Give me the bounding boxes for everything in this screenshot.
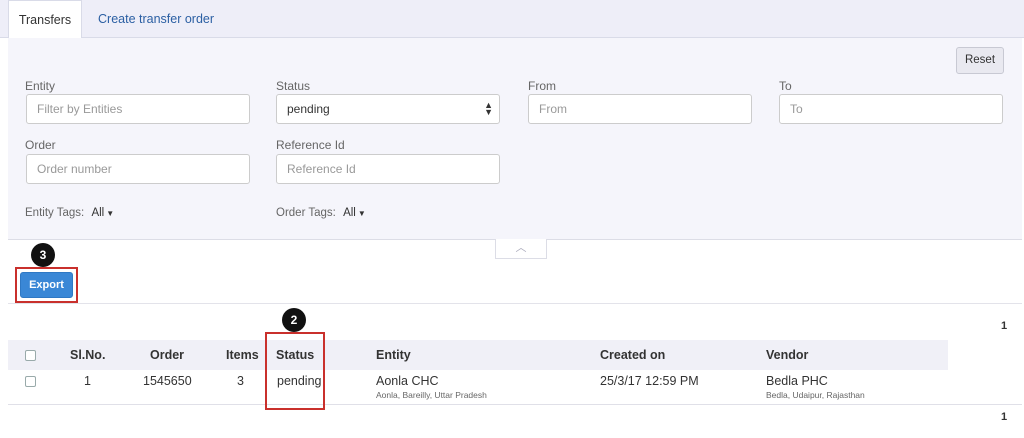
header-entity: Entity bbox=[376, 348, 411, 362]
divider bbox=[8, 303, 1022, 304]
tab-create-transfer-order[interactable]: Create transfer order bbox=[98, 0, 214, 38]
callout-badge-3: 3 bbox=[31, 243, 55, 267]
header-order: Order bbox=[150, 348, 185, 362]
from-date-input[interactable]: From bbox=[528, 94, 752, 124]
order-tags-dropdown[interactable]: All ▼ bbox=[343, 207, 366, 219]
header-slno: Sl.No. bbox=[70, 348, 106, 362]
select-all-checkbox[interactable] bbox=[25, 350, 36, 361]
to-date-input[interactable]: To bbox=[779, 94, 1003, 124]
cell-items: 3 bbox=[237, 374, 244, 388]
cell-order[interactable]: 1545650 bbox=[143, 374, 192, 388]
order-label: Order bbox=[25, 138, 56, 152]
status-label: Status bbox=[276, 79, 311, 93]
from-label: From bbox=[528, 79, 556, 93]
status-select[interactable]: pending ▲ ▼ bbox=[276, 94, 500, 124]
cell-created-on: 25/3/17 12:59 PM bbox=[600, 374, 699, 388]
export-button[interactable]: Export bbox=[20, 272, 73, 298]
cell-vendor-location: Bedla, Udaipur, Rajasthan bbox=[766, 390, 865, 400]
entity-tags-label: Entity Tags: bbox=[25, 207, 85, 219]
cell-entity-location: Aonla, Bareilly, Uttar Pradesh bbox=[376, 390, 487, 400]
tab-bar: Transfers Create transfer order bbox=[0, 0, 1024, 39]
cell-slno: 1 bbox=[84, 374, 91, 388]
reference-id-input[interactable]: Reference Id bbox=[276, 154, 500, 184]
caret-down-icon: ▼ bbox=[106, 209, 115, 218]
pagination-top[interactable]: 1 bbox=[1001, 320, 1007, 332]
transfers-page: Transfers Create transfer order Reset En… bbox=[0, 0, 1024, 438]
header-vendor: Vendor bbox=[766, 348, 809, 362]
entity-filter-input[interactable]: Filter by Entities bbox=[26, 94, 250, 124]
entity-tags-filter: Entity Tags: All ▼ bbox=[25, 207, 114, 219]
callout-badge-2: 2 bbox=[282, 308, 306, 332]
entity-tags-value: All bbox=[91, 207, 105, 219]
header-items: Items bbox=[226, 348, 259, 362]
cell-entity[interactable]: Aonla CHC bbox=[376, 374, 439, 388]
row-checkbox[interactable] bbox=[25, 376, 36, 387]
reference-id-label: Reference Id bbox=[276, 138, 345, 152]
order-number-input[interactable]: Order number bbox=[26, 154, 250, 184]
status-select-value: pending bbox=[287, 102, 330, 116]
order-tags-filter: Order Tags: All ▼ bbox=[276, 207, 366, 219]
reset-button[interactable]: Reset bbox=[956, 47, 1004, 74]
callout-box-status bbox=[265, 332, 325, 410]
filter-panel: Reset Entity Filter by Entities Status p… bbox=[8, 38, 1022, 240]
cell-vendor[interactable]: Bedla PHC bbox=[766, 374, 828, 388]
select-arrows-icon: ▲ ▼ bbox=[484, 100, 493, 117]
order-tags-label: Order Tags: bbox=[276, 207, 336, 219]
entity-tags-dropdown[interactable]: All ▼ bbox=[91, 207, 114, 219]
pagination-bottom[interactable]: 1 bbox=[1001, 411, 1007, 423]
entity-label: Entity bbox=[25, 79, 56, 93]
order-tags-value: All bbox=[343, 207, 356, 219]
tab-transfers[interactable]: Transfers bbox=[8, 0, 82, 39]
to-label: To bbox=[779, 79, 792, 93]
caret-down-icon: ▼ bbox=[357, 209, 366, 218]
collapse-filters-button[interactable]: ︿ bbox=[495, 239, 547, 259]
header-created-on: Created on bbox=[600, 348, 666, 362]
chevron-up-icon: ︿ bbox=[515, 242, 527, 254]
row-divider bbox=[8, 404, 1022, 405]
